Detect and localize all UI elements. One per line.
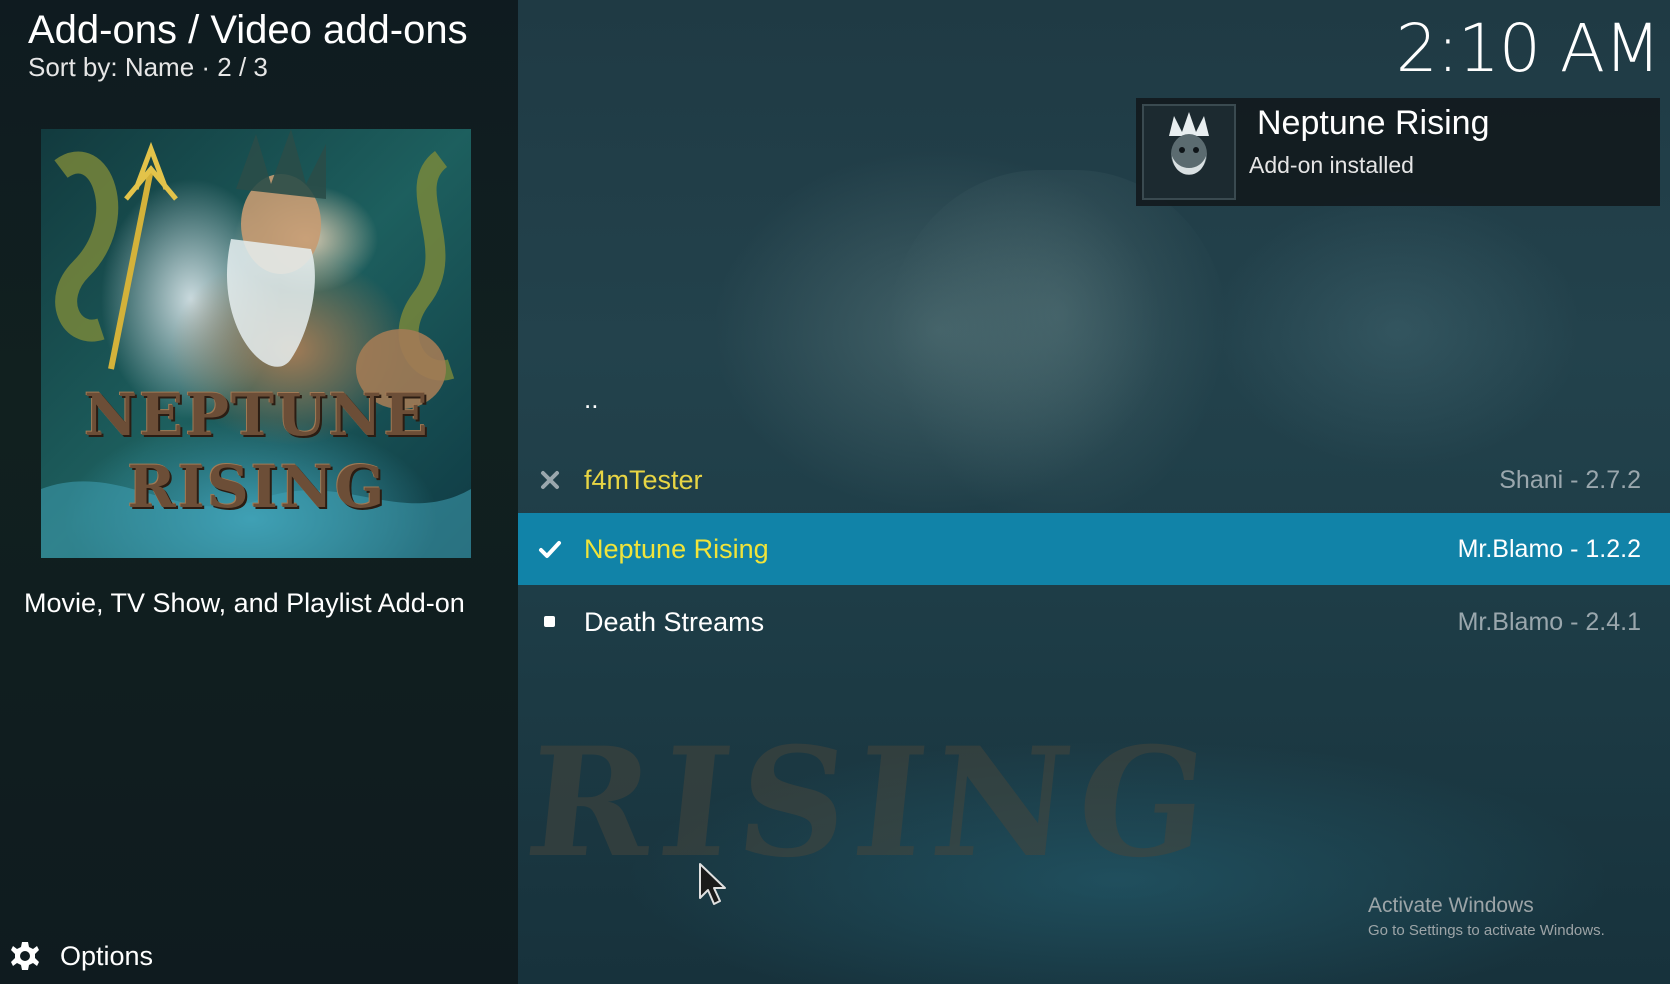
- clock: 2:10 AM: [1395, 10, 1661, 87]
- fanart-logo-text: RISING: [518, 715, 1224, 891]
- list-item-death-streams[interactable]: Death Streams Mr.Blamo - 2.4.1: [518, 586, 1670, 658]
- list-item-meta: Mr.Blamo - 2.4.1: [1457, 607, 1641, 636]
- watermark-title: Activate Windows: [1368, 894, 1534, 917]
- options-button[interactable]: Options: [8, 936, 153, 976]
- gear-icon: [11, 942, 39, 970]
- list-item-neptune-rising[interactable]: Neptune Rising Mr.Blamo - 1.2.2: [518, 513, 1670, 585]
- list-item-meta: Shani - 2.7.2: [1499, 465, 1641, 494]
- poster-title: NEPTUNE RISING: [84, 381, 430, 521]
- x-icon: [541, 471, 559, 489]
- neptune-logo: [1144, 106, 1234, 198]
- activate-windows-watermark: Activate Windows Go to Settings to activ…: [1368, 894, 1605, 939]
- list-item-label: Death Streams: [584, 606, 765, 637]
- mouse-pointer-icon: [699, 863, 726, 905]
- list-item-parent-folder[interactable]: ..: [518, 372, 1670, 444]
- notification-message: Add-on installed: [1249, 152, 1414, 178]
- addon-poster: NEPTUNE RISING: [41, 129, 471, 558]
- list-item-label: Neptune Rising: [584, 533, 769, 564]
- info-panel: Add-ons / Video add-ons Sort by: Name · …: [0, 0, 518, 984]
- list-item-f4mtester[interactable]: f4mTester Shani - 2.7.2: [518, 444, 1670, 516]
- check-icon: [539, 541, 561, 558]
- watermark-subtitle: Go to Settings to activate Windows.: [1368, 922, 1605, 939]
- options-label: Options: [60, 940, 154, 971]
- sort-info: Sort by: Name · 2 / 3: [28, 52, 268, 82]
- parent-folder-label: ..: [584, 384, 599, 414]
- list-item-label: f4mTester: [584, 464, 703, 495]
- addon-icon: [1142, 104, 1236, 200]
- breadcrumb: Add-ons / Video add-ons: [28, 8, 468, 52]
- notification-toast: Neptune Rising Add-on installed: [1136, 98, 1660, 206]
- addon-description: Movie, TV Show, and Playlist Add-on: [24, 588, 465, 618]
- notification-title: Neptune Rising: [1257, 104, 1490, 142]
- square-icon: [544, 616, 555, 627]
- list-item-meta: Mr.Blamo - 1.2.2: [1457, 534, 1641, 563]
